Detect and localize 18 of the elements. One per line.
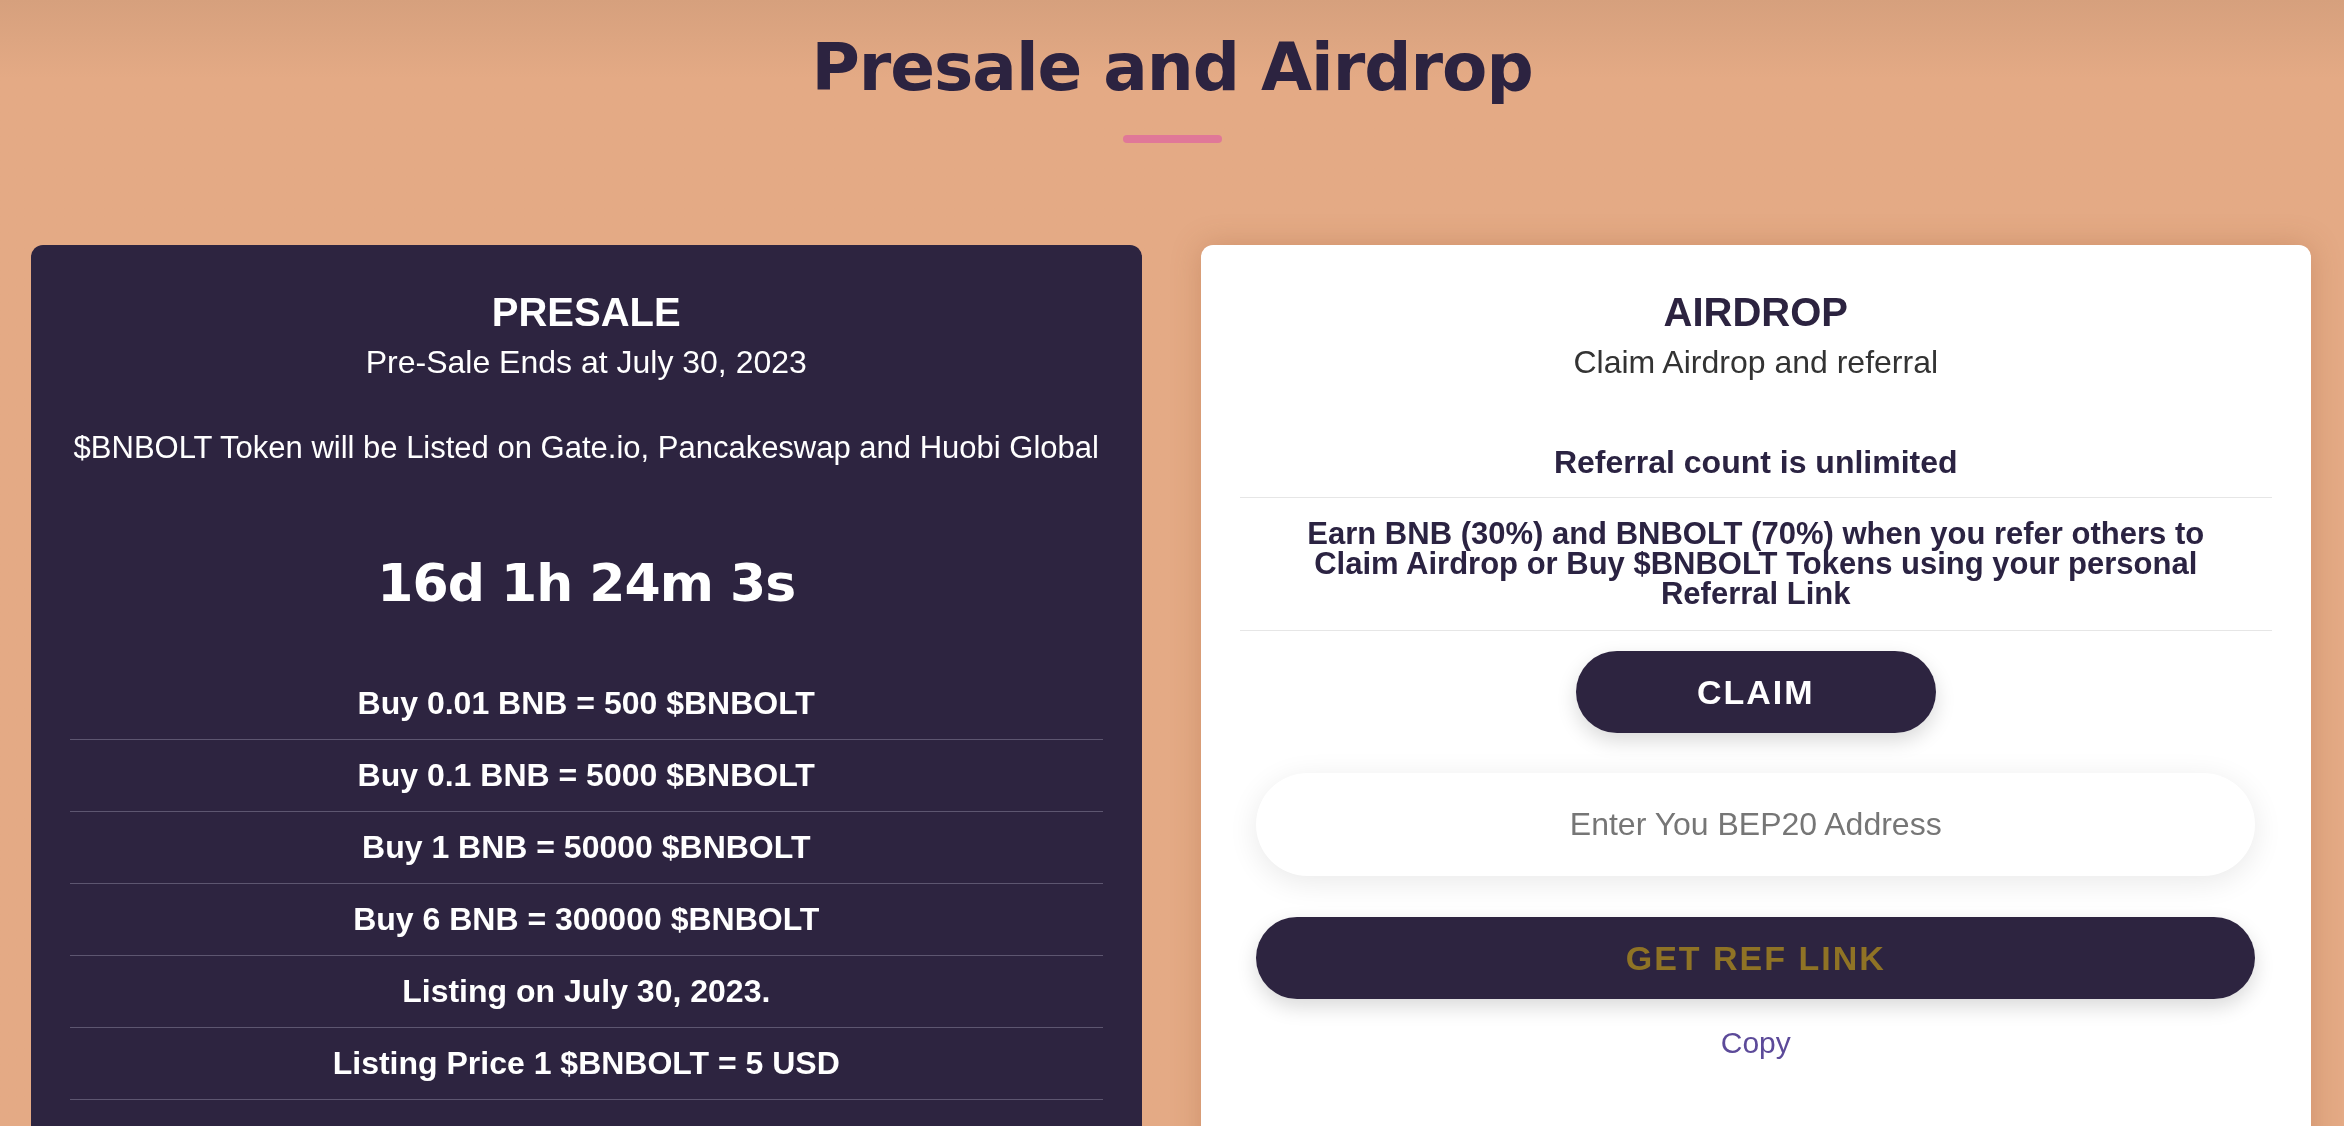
price-row-text: Listing on July 30, 2023. bbox=[402, 974, 771, 1009]
presale-subtitle: Pre-Sale Ends at July 30, 2023 bbox=[365, 344, 807, 380]
copy-link[interactable]: Copy bbox=[1720, 1025, 1791, 1061]
price-row-text: Buy 0.1 BNB = 5000 $BNBOLT bbox=[357, 758, 815, 793]
page-title: Presale and Airdrop bbox=[811, 28, 1533, 108]
countdown-timer: 16d 1h 24m 3s bbox=[377, 552, 796, 615]
airdrop-title: AIRDROP bbox=[1663, 289, 1848, 335]
airdrop-subtitle: Claim Airdrop and referral bbox=[1573, 344, 1939, 380]
listing-note: $BNBOLT Token will be Listed on Gate.io, Pancakeswap and Huobi Global bbox=[73, 430, 1099, 466]
presale-title: PRESALE bbox=[491, 289, 681, 335]
claim-button[interactable]: CLAIM bbox=[1575, 651, 1936, 733]
address-field[interactable]: Enter You BEP20 Address bbox=[1256, 773, 2256, 876]
price-row-text: Buy 0.01 BNB = 500 $BNBOLT bbox=[357, 686, 815, 721]
referral-count-text: Referral count is unlimited bbox=[1553, 444, 1958, 480]
price-row-text: Buy 6 BNB = 300000 $BNBOLT bbox=[353, 902, 820, 937]
price-row-text: Listing Price 1 $BNBOLT = 5 USD bbox=[332, 1046, 840, 1081]
referral-info-text: Earn BNB (30%) and BNBOLT (70%) when you refer others to Claim Airdrop or Buy $BNBOLT Tokens using your personal Referral Link bbox=[1306, 519, 2206, 609]
price-row-text: Buy 1 BNB = 50000 $BNBOLT bbox=[362, 830, 811, 865]
